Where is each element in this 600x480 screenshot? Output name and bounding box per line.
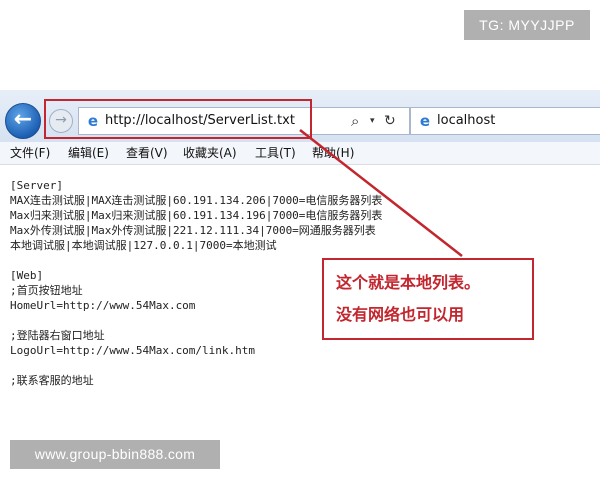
menu-view[interactable]: 查看(V) xyxy=(126,142,168,164)
dropdown-icon[interactable]: ▾ xyxy=(370,111,380,131)
url-highlight-box xyxy=(44,99,312,139)
tab-localhost[interactable]: e localhost xyxy=(410,107,600,135)
menu-tools[interactable]: 工具(T) xyxy=(255,142,296,164)
file-line: Max归来测试服|Max归来测试服|60.191.134.196|7000=电信… xyxy=(10,209,383,222)
watermark-bottom: www.group-bbin888.com xyxy=(10,440,220,469)
callout-line-1: 这个就是本地列表。 xyxy=(336,273,481,292)
address-toolbar: ← → e http://localhost/ServerList.txt ⌕ … xyxy=(0,90,600,142)
file-line: ;首页按钮地址 xyxy=(10,284,83,297)
file-line: [Server] xyxy=(10,179,63,192)
file-line: ;联系客服的地址 xyxy=(10,374,94,387)
menu-favorites[interactable]: 收藏夹(A) xyxy=(183,142,237,164)
watermark-top: TG: MYYJJPP xyxy=(464,10,590,40)
menu-edit[interactable]: 编辑(E) xyxy=(68,142,109,164)
callout-line-2: 没有网络也可以用 xyxy=(336,305,465,324)
tab-label: localhost xyxy=(437,113,496,128)
refresh-icon[interactable]: ↻ xyxy=(384,111,400,131)
tab-ie-icon: e xyxy=(419,112,431,130)
file-line: Max外传测试服|Max外传测试服|221.12.111.34|7000=网通服… xyxy=(10,224,376,237)
file-line: HomeUrl=http://www.54Max.com xyxy=(10,299,196,312)
file-line: 本地调试服|本地调试服|127.0.0.1|7000=本地测试 xyxy=(10,239,277,252)
menu-file[interactable]: 文件(F) xyxy=(10,142,50,164)
file-line: LogoUrl=http://www.54Max.com/link.htm xyxy=(10,344,256,357)
search-icon[interactable]: ⌕ xyxy=(351,111,369,131)
annotation-callout: 这个就是本地列表。 没有网络也可以用 xyxy=(322,258,534,340)
menu-help[interactable]: 帮助(H) xyxy=(312,142,354,164)
menu-bar: 文件(F) 编辑(E) 查看(V) 收藏夹(A) 工具(T) 帮助(H) xyxy=(0,142,600,165)
file-line: ;登陆器右窗口地址 xyxy=(10,329,105,342)
back-icon: ← xyxy=(13,107,33,132)
file-line: MAX连击测试服|MAX连击测试服|60.191.134.206|7000=电信… xyxy=(10,194,383,207)
back-button[interactable]: ← xyxy=(5,103,41,139)
browser-screenshot: ← → e http://localhost/ServerList.txt ⌕ … xyxy=(0,90,600,390)
file-line: [Web] xyxy=(10,269,44,282)
